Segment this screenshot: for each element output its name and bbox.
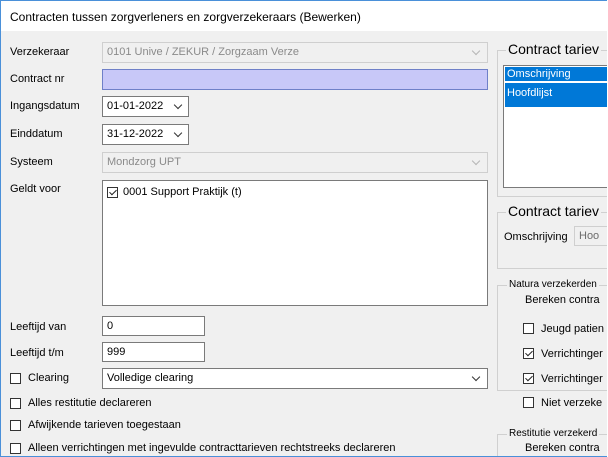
- verrichtingen-2-checkbox[interactable]: [523, 373, 534, 384]
- alleen-verrichtingen-checkbox[interactable]: [10, 443, 21, 454]
- systeem-label: Systeem: [10, 156, 53, 168]
- chevron-down-icon: [471, 156, 481, 166]
- verrichtingen-1-label[interactable]: Verrichtinger: [541, 348, 603, 360]
- ingangsdatum-value: 01-01-2022: [107, 100, 164, 112]
- niet-verzekerd-label[interactable]: Niet verzeke: [541, 397, 602, 409]
- alles-restitutie-label[interactable]: Alles restitutie declareren: [28, 397, 152, 409]
- omschrijving-label: Omschrijving: [504, 231, 568, 243]
- systeem-value: Mondzorg UPT: [107, 156, 181, 168]
- contract-nr-input[interactable]: [102, 69, 488, 90]
- ingangsdatum-picker[interactable]: 01-01-2022: [102, 96, 189, 117]
- geldt-voor-item-label: 0001 Support Praktijk (t): [123, 186, 242, 198]
- restitutie-title: Restitutie verzekerd: [507, 428, 600, 439]
- clearing-value: Volledige clearing: [107, 372, 194, 384]
- verzekeraar-value: 0101 Unive / ZEKUR / Zorgzaam Verze: [107, 46, 299, 58]
- restitutie-subtitle: Bereken contra: [525, 442, 600, 454]
- afwijkende-tarieven-label[interactable]: Afwijkende tarieven toegestaan: [28, 419, 181, 431]
- verzekeraar-label: Verzekeraar: [10, 46, 70, 58]
- geldt-voor-item-checkbox[interactable]: [107, 187, 118, 198]
- list-header-omschrijving[interactable]: Omschrijving: [505, 67, 607, 82]
- leeftijd-tm-label: Leeftijd t/m: [10, 347, 64, 359]
- chevron-down-icon[interactable]: [173, 100, 183, 110]
- contract-window: Contracten tussen zorgverleners en zorgv…: [0, 0, 607, 457]
- window-title: Contracten tussen zorgverleners en zorgv…: [10, 10, 361, 24]
- niet-verzekerd-checkbox[interactable]: [523, 397, 534, 408]
- geldt-voor-label: Geldt voor: [10, 183, 61, 195]
- systeem-select: Mondzorg UPT: [102, 152, 488, 173]
- einddatum-value: 31-12-2022: [107, 128, 164, 140]
- jeugd-patienten-checkbox[interactable]: [523, 323, 534, 334]
- contract-tarieven-list[interactable]: Omschrijving Hoofdlijst: [503, 65, 607, 188]
- einddatum-label: Einddatum: [10, 128, 63, 140]
- list-item-hoofdlijst[interactable]: Hoofdlijst: [505, 83, 607, 107]
- verrichtingen-2-label[interactable]: Verrichtinger: [541, 373, 603, 385]
- title-bar: Contracten tussen zorgverleners en zorgv…: [1, 1, 607, 31]
- contract-nr-label: Contract nr: [10, 73, 65, 85]
- ingangsdatum-label: Ingangsdatum: [10, 100, 80, 112]
- natura-title: Natura verzekerden: [507, 279, 599, 290]
- chevron-down-icon: [471, 46, 481, 56]
- leeftijd-van-input[interactable]: 0: [102, 316, 205, 336]
- leeftijd-van-label: Leeftijd van: [10, 321, 67, 333]
- verrichtingen-1-checkbox[interactable]: [523, 348, 534, 359]
- natura-subtitle: Bereken contra: [525, 294, 600, 306]
- afwijkende-tarieven-checkbox[interactable]: [10, 420, 21, 431]
- chevron-down-icon[interactable]: [173, 128, 183, 138]
- geldt-voor-list[interactable]: 0001 Support Praktijk (t): [102, 180, 488, 306]
- chevron-down-icon[interactable]: [471, 372, 481, 382]
- contract-tarieven-title: Contract tariev: [506, 41, 602, 57]
- clearing-checkbox[interactable]: [10, 373, 21, 384]
- alleen-verrichtingen-label[interactable]: Alleen verrichtingen met ingevulde contr…: [28, 442, 395, 454]
- leeftijd-tm-input[interactable]: 999: [102, 342, 205, 362]
- contract-tarief-detail-title: Contract tariev: [506, 203, 602, 219]
- omschrijving-input: Hoo: [574, 226, 607, 246]
- einddatum-picker[interactable]: 31-12-2022: [102, 124, 189, 145]
- jeugd-patienten-label[interactable]: Jeugd patien: [541, 323, 604, 335]
- verzekeraar-select: 0101 Unive / ZEKUR / Zorgzaam Verze: [102, 42, 488, 63]
- clearing-label[interactable]: Clearing: [28, 372, 69, 384]
- alles-restitutie-checkbox[interactable]: [10, 398, 21, 409]
- clearing-select[interactable]: Volledige clearing: [102, 368, 488, 389]
